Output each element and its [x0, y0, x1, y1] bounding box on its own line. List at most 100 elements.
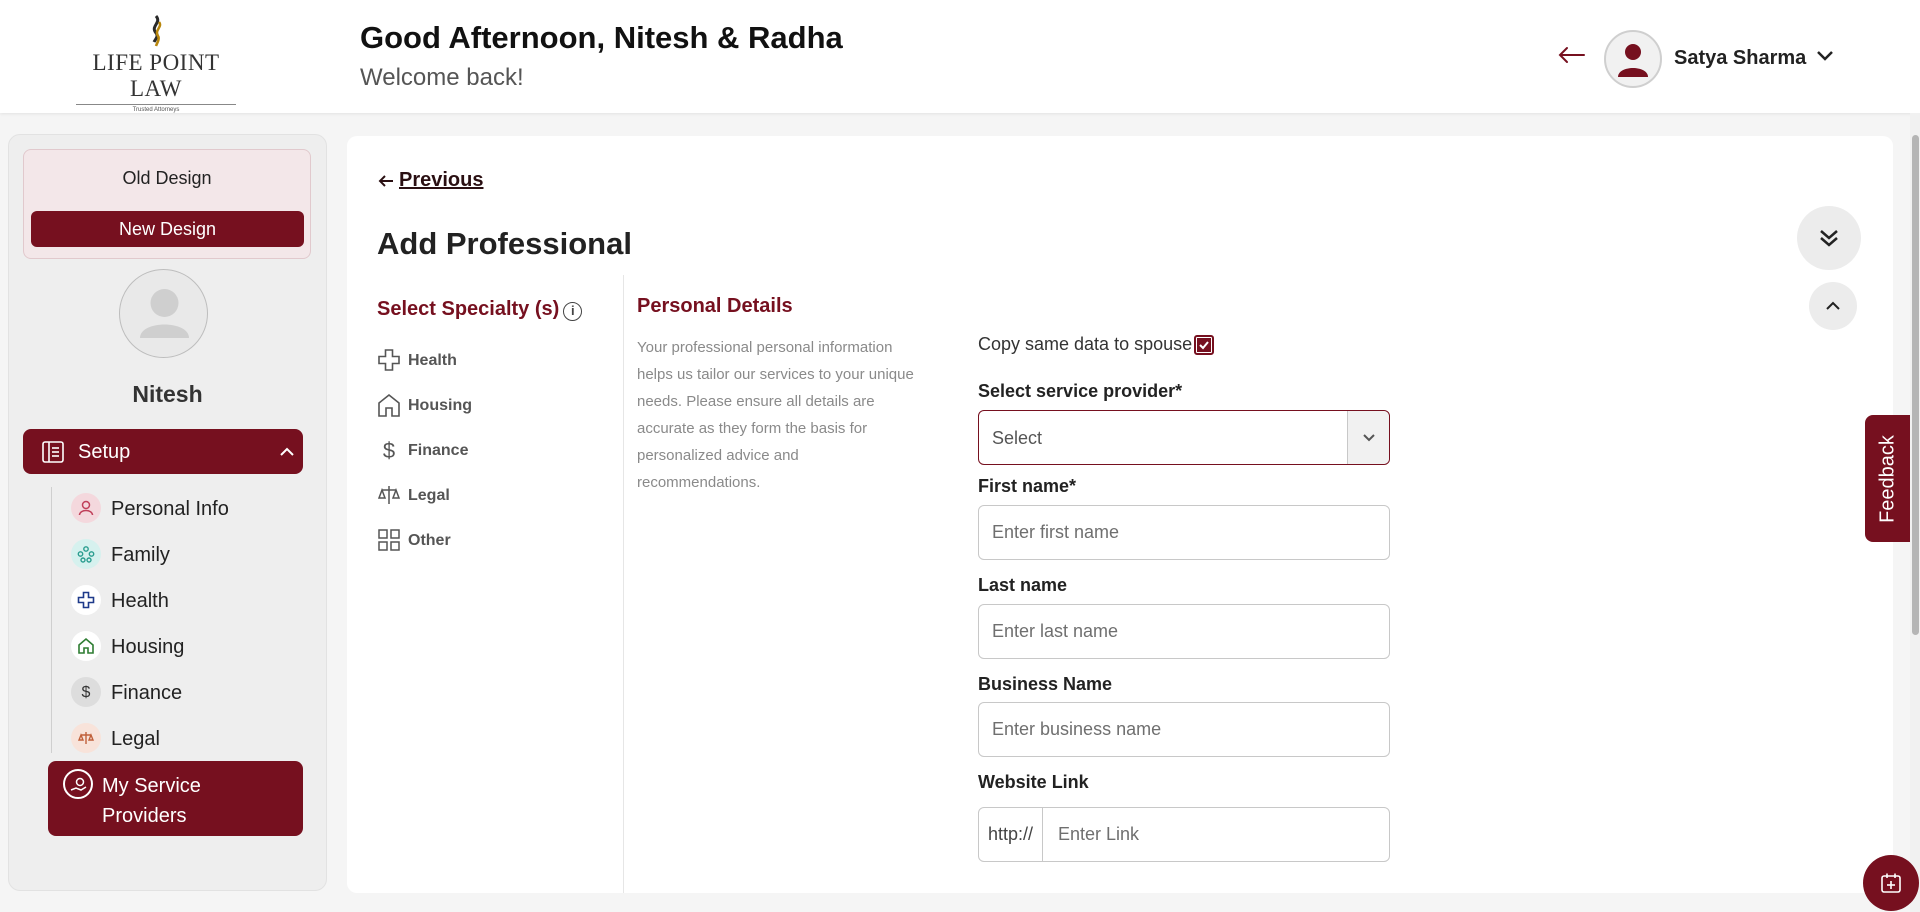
setup-label: Setup	[78, 441, 131, 463]
specialty-finance[interactable]: $ Finance	[377, 437, 577, 465]
sidebar-item-legal[interactable]: Legal	[59, 719, 309, 757]
sidebar-item-label: Finance	[111, 682, 183, 704]
sidebar-item-label: Health	[111, 590, 169, 612]
double-chevron-down-icon	[1820, 230, 1838, 247]
specialty-health[interactable]: Health	[377, 347, 577, 375]
family-icon	[71, 539, 101, 569]
back-arrow-icon[interactable]	[1556, 44, 1586, 66]
specialty-label: Finance	[408, 442, 469, 459]
health-cross-icon	[378, 349, 400, 371]
specialty-housing[interactable]: Housing	[377, 392, 577, 420]
grid-icon	[378, 529, 400, 551]
chevron-up-icon	[1826, 301, 1840, 310]
user-name[interactable]: Satya Sharma	[1674, 47, 1806, 70]
section-title: Personal Details	[637, 295, 793, 317]
scale-icon	[71, 723, 101, 753]
website-link-label: Website Link	[978, 772, 1089, 792]
specialty-label: Other	[408, 532, 451, 549]
sidebar-item-health[interactable]: Health	[59, 581, 309, 619]
feedback-label: Feedback	[1876, 434, 1898, 523]
sidebar-item-label: Family	[111, 544, 170, 566]
profile-name: Nitesh	[132, 381, 203, 407]
collapse-section-button[interactable]	[1809, 282, 1857, 330]
business-name-field[interactable]	[978, 702, 1390, 757]
chevron-up-icon	[280, 447, 294, 456]
setup-menu-button[interactable]: Setup	[23, 429, 303, 474]
top-header: LIFE POINT LAW Trusted Attorneys Good Af…	[0, 0, 1920, 113]
sidebar-item-housing[interactable]: Housing	[59, 627, 309, 665]
checkmark-icon	[1197, 338, 1211, 352]
design-toggle: Old Design New Design	[23, 149, 311, 259]
previous-link[interactable]: Previous	[377, 169, 483, 192]
logo-text: LIFE POINT LAW	[92, 50, 220, 101]
dollar-icon: $	[383, 438, 395, 463]
select-toggle[interactable]	[1347, 411, 1389, 464]
specialty-label: Health	[408, 352, 457, 369]
chevron-down-icon	[1363, 434, 1375, 442]
sidebar-item-my-service-providers[interactable]: My Service Providers	[48, 761, 303, 836]
specialty-label: Legal	[408, 487, 450, 504]
last-name-label: Last name	[978, 575, 1068, 595]
svg-text:$: $	[82, 684, 91, 701]
sidebar-item-label: Legal	[111, 728, 160, 750]
website-link-group: http://	[978, 807, 1390, 862]
specialty-title-text: Select Specialty (s)	[377, 298, 560, 320]
greeting-subtitle: Welcome back!	[360, 64, 524, 91]
profile-placeholder-icon	[140, 289, 189, 338]
specialty-other[interactable]: Other	[377, 527, 577, 555]
website-prefix: http://	[979, 808, 1043, 861]
house-icon	[378, 393, 400, 417]
section-description: Your professional personal information h…	[637, 339, 914, 491]
setup-list-icon	[42, 441, 64, 463]
logo[interactable]: LIFE POINT LAW Trusted Attorneys	[68, 14, 244, 113]
health-cross-icon	[71, 585, 101, 615]
dollar-icon: $	[71, 677, 101, 707]
collapse-all-button[interactable]	[1797, 206, 1861, 270]
person-icon	[71, 493, 101, 523]
service-provider-icon	[63, 769, 93, 799]
flame-logo-icon	[152, 15, 162, 47]
chevron-down-icon[interactable]	[1815, 49, 1835, 63]
sidebar-item-label: Housing	[111, 636, 185, 658]
sidebar-item-label: My Service Providers	[102, 775, 201, 827]
tree-line	[51, 487, 52, 753]
specialty-title: Select Specialty (s) i	[377, 298, 583, 321]
service-provider-label: Select service provider*	[978, 381, 1183, 401]
sidebar-item-label: Personal Info	[111, 498, 229, 520]
specialty-legal[interactable]: Legal	[377, 482, 577, 510]
first-name-label: First name*	[978, 476, 1077, 496]
previous-label: Previous	[399, 169, 484, 191]
sidebar-item-personal-info[interactable]: Personal Info	[59, 489, 309, 527]
feedback-tab[interactable]: Feedback	[1865, 415, 1910, 542]
calendar-fab[interactable]	[1863, 855, 1919, 911]
new-design-button[interactable]: New Design	[31, 211, 304, 247]
business-name-label: Business Name	[978, 674, 1113, 694]
section-divider	[623, 275, 624, 893]
house-icon	[71, 631, 101, 661]
specialty-label: Housing	[408, 397, 472, 414]
copy-to-spouse-label: Copy same data to spouse	[978, 334, 1193, 354]
website-link-field[interactable]	[1044, 808, 1389, 861]
main-card: Previous Add Professional Select Special…	[347, 136, 1893, 893]
first-name-field[interactable]	[978, 505, 1390, 560]
user-avatar-icon	[1618, 44, 1648, 77]
service-provider-select[interactable]: Select	[978, 410, 1390, 465]
scrollbar-thumb[interactable]	[1912, 135, 1919, 635]
old-design-button[interactable]: Old Design	[24, 168, 310, 189]
svg-text:$: $	[383, 438, 395, 463]
greeting-block: Good Afternoon, Nitesh & Radha Welcome b…	[360, 20, 843, 92]
sidebar: Old Design New Design Nitesh Setup Perso…	[8, 134, 327, 891]
user-avatar[interactable]	[1604, 30, 1662, 88]
logo-tagline: Trusted Attorneys	[76, 104, 236, 113]
info-icon[interactable]: i	[563, 302, 583, 321]
page-title: Add Professional	[377, 226, 632, 261]
scale-icon	[377, 486, 401, 504]
arrow-left-icon	[378, 175, 393, 187]
copy-to-spouse-checkbox[interactable]	[1194, 335, 1214, 355]
sidebar-item-finance[interactable]: $ Finance	[59, 673, 309, 711]
last-name-field[interactable]	[978, 604, 1390, 659]
profile-avatar	[119, 269, 208, 358]
calendar-add-icon	[1881, 873, 1901, 893]
greeting-title: Good Afternoon, Nitesh & Radha	[360, 20, 843, 55]
sidebar-item-family[interactable]: Family	[59, 535, 309, 573]
